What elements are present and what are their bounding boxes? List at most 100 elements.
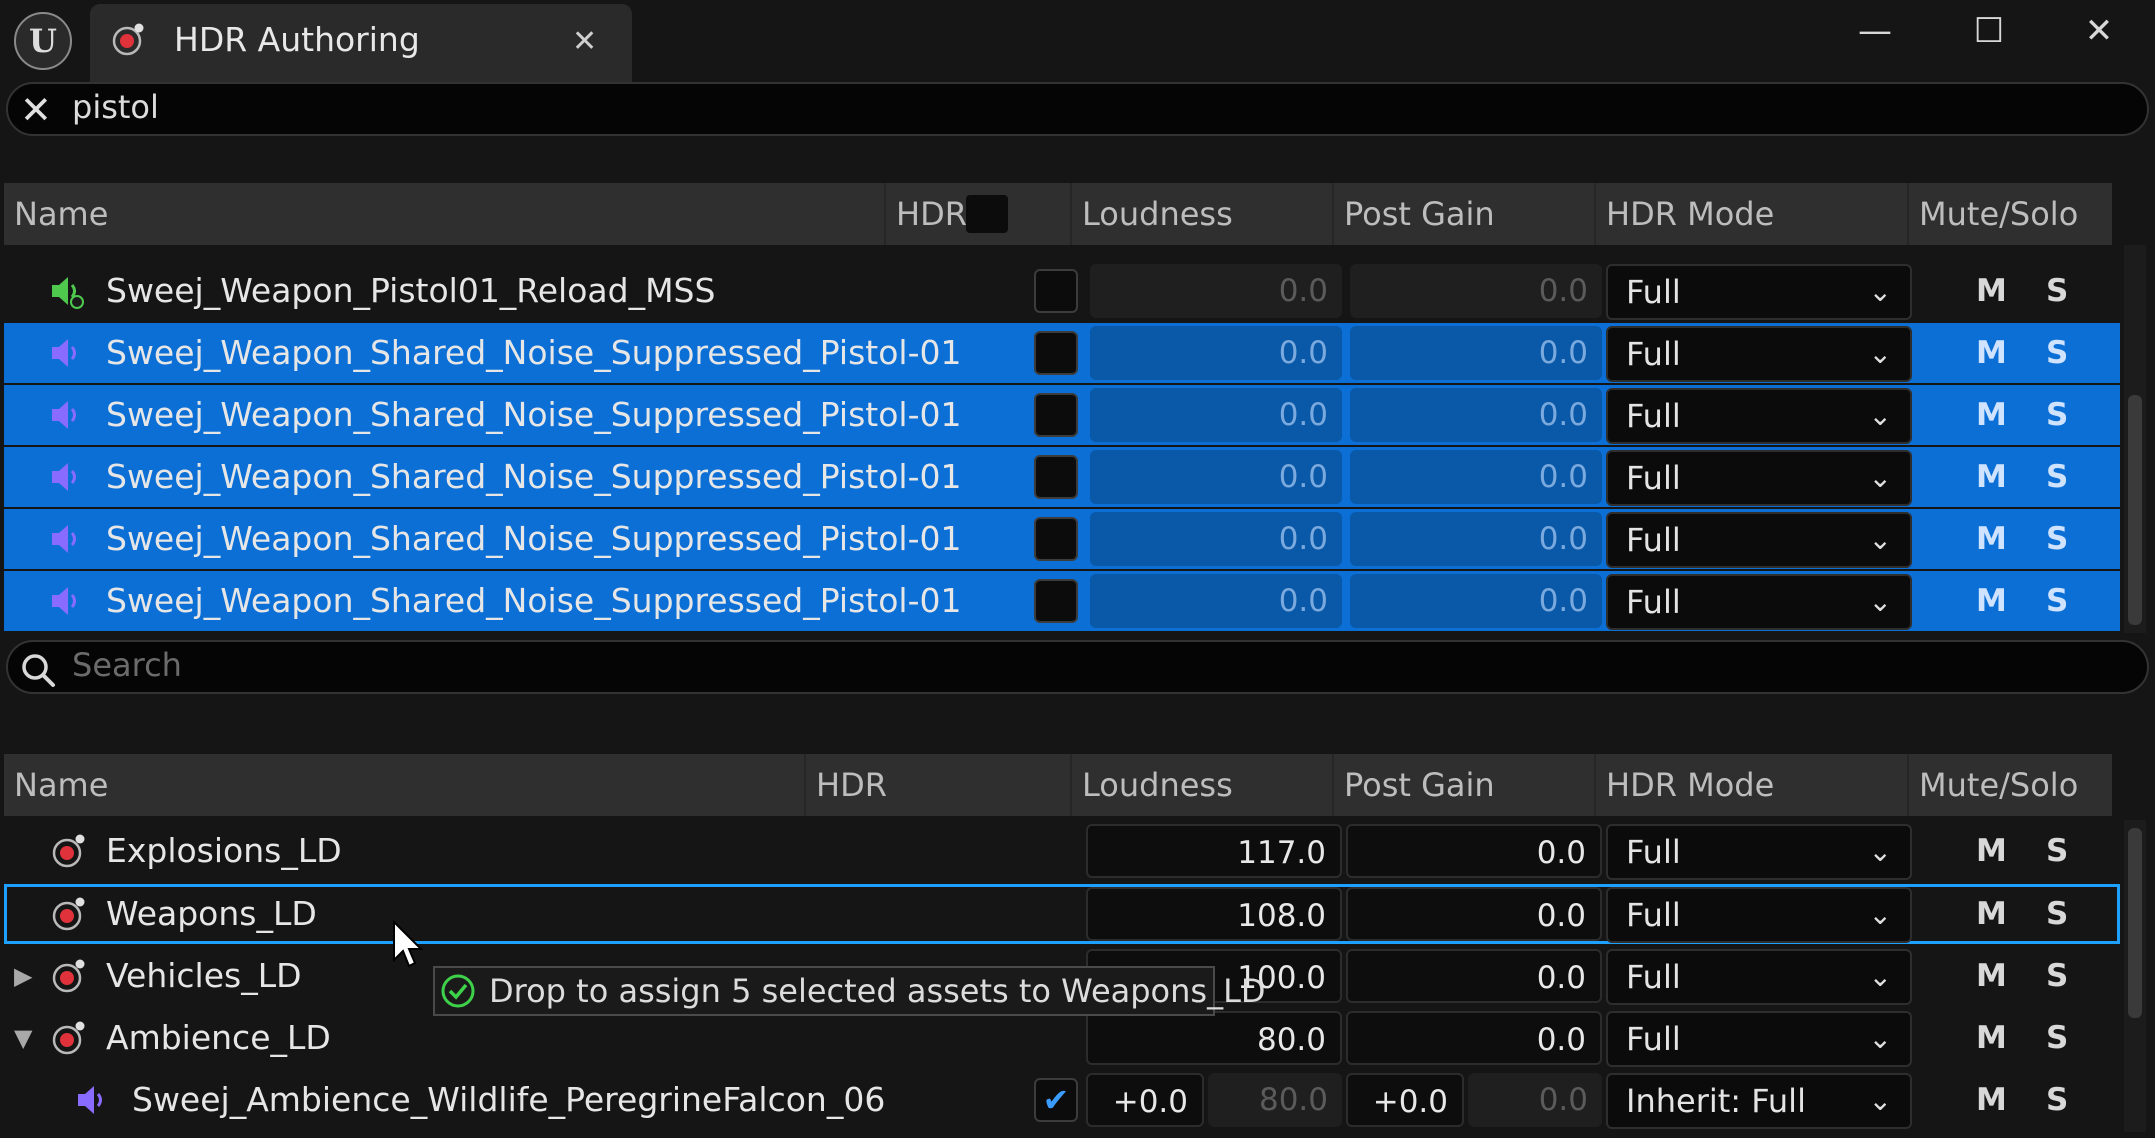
unreal-logo-icon[interactable]: U	[14, 12, 72, 70]
loudness-offset-field[interactable]: +0.0	[1086, 1073, 1204, 1127]
post-gain-field[interactable]: 0.0	[1350, 450, 1602, 504]
hdr-mode-value: Full	[1626, 459, 1681, 497]
hdr-mode-dropdown[interactable]: Full ⌄	[1606, 1011, 1912, 1067]
mute-button[interactable]: M	[1976, 571, 2007, 631]
solo-button[interactable]: S	[2046, 821, 2068, 881]
hdr-mode-dropdown[interactable]: Full ⌄	[1606, 887, 1912, 943]
bottom-search-bar[interactable]	[6, 640, 2149, 694]
hdr-checkbox[interactable]	[1034, 331, 1078, 375]
header-hdr[interactable]: HDR	[884, 183, 1070, 245]
close-window-button[interactable]: ✕	[2064, 6, 2134, 56]
hdr-mode-dropdown[interactable]: Full ⌄	[1606, 512, 1912, 568]
table-row[interactable]: Sweej_Weapon_Shared_Noise_Suppressed_Pis…	[4, 571, 2120, 631]
header-name[interactable]: Name	[4, 183, 884, 245]
maximize-button[interactable]: ☐	[1954, 6, 2024, 56]
solo-button[interactable]: S	[2046, 323, 2068, 383]
hdr-mode-dropdown[interactable]: Inherit: Full ⌄	[1606, 1073, 1912, 1129]
mute-button[interactable]: M	[1976, 261, 2007, 321]
table-row-drop-target[interactable]: Weapons_LD 108.0 0.0 Full ⌄ M S	[4, 884, 2120, 944]
post-gain-field[interactable]: 0.0	[1350, 388, 1602, 442]
table-row[interactable]: Sweej_Weapon_Shared_Noise_Suppressed_Pis…	[4, 385, 2120, 445]
header-mute-solo[interactable]: Mute/Solo	[1907, 754, 2112, 816]
solo-button[interactable]: S	[2046, 571, 2068, 631]
top-search-bar[interactable]	[6, 82, 2149, 136]
loudness-field[interactable]: 0.0	[1090, 450, 1342, 504]
hdr-all-checkbox[interactable]	[966, 195, 1008, 233]
solo-button[interactable]: S	[2046, 884, 2068, 944]
mute-button[interactable]: M	[1976, 509, 2007, 569]
hdr-mode-dropdown[interactable]: Full ⌄	[1606, 824, 1912, 880]
post-gain-field[interactable]: 0.0	[1346, 887, 1602, 941]
hdr-mode-dropdown[interactable]: Full ⌄	[1606, 388, 1912, 444]
mute-button[interactable]: M	[1976, 946, 2007, 1006]
post-gain-field[interactable]: 0.0	[1350, 326, 1602, 380]
post-gain-field[interactable]: 0.0	[1350, 574, 1602, 628]
header-hdr-mode[interactable]: HDR Mode	[1594, 754, 1907, 816]
hdr-mode-dropdown[interactable]: Full ⌄	[1606, 264, 1912, 320]
post-gain-field[interactable]: 0.0	[1350, 512, 1602, 566]
solo-button[interactable]: S	[2046, 261, 2068, 321]
loudness-field[interactable]: 108.0	[1086, 887, 1342, 941]
bottom-scrollbar-thumb[interactable]	[2128, 828, 2142, 1018]
post-gain-field[interactable]: 0.0	[1350, 264, 1602, 318]
post-gain-field[interactable]: 0.0	[1346, 949, 1602, 1003]
clear-search-icon[interactable]: ✕	[20, 88, 52, 132]
table-row[interactable]: ▼ Ambience_LD 80.0 0.0 Full ⌄ M S	[4, 1008, 2120, 1068]
hdr-checkbox[interactable]	[1034, 517, 1078, 561]
expand-arrow-icon[interactable]: ▶	[14, 946, 32, 1006]
loudness-field[interactable]: 0.0	[1090, 512, 1342, 566]
loudness-field[interactable]: 0.0	[1090, 388, 1342, 442]
header-name[interactable]: Name	[4, 754, 804, 816]
solo-button[interactable]: S	[2046, 1008, 2068, 1068]
header-loudness[interactable]: Loudness	[1070, 754, 1332, 816]
bottom-search-input[interactable]: Search	[72, 646, 182, 684]
mute-button[interactable]: M	[1976, 385, 2007, 445]
mute-button[interactable]: M	[1976, 884, 2007, 944]
hdr-mode-dropdown[interactable]: Full ⌄	[1606, 326, 1912, 382]
table-row[interactable]: Explosions_LD 117.0 0.0 Full ⌄ M S	[4, 821, 2120, 881]
table-row[interactable]: Sweej_Weapon_Shared_Noise_Suppressed_Pis…	[4, 509, 2120, 569]
hdr-mode-dropdown[interactable]: Full ⌄	[1606, 450, 1912, 506]
mute-button[interactable]: M	[1976, 1008, 2007, 1068]
header-hdr-mode[interactable]: HDR Mode	[1594, 183, 1907, 245]
table-row[interactable]: Sweej_Ambience_Wildlife_PeregrineFalcon_…	[4, 1070, 2120, 1130]
mute-button[interactable]: M	[1976, 821, 2007, 881]
loudness-field[interactable]: 0.0	[1090, 574, 1342, 628]
mute-button[interactable]: M	[1976, 1070, 2007, 1130]
table-row[interactable]: Sweej_Weapon_Shared_Noise_Suppressed_Pis…	[4, 447, 2120, 507]
solo-button[interactable]: S	[2046, 509, 2068, 569]
loudness-field[interactable]: 0.0	[1090, 264, 1342, 318]
header-post-gain[interactable]: Post Gain	[1332, 754, 1594, 816]
post-gain-offset-field[interactable]: +0.0	[1346, 1073, 1464, 1127]
solo-button[interactable]: S	[2046, 385, 2068, 445]
solo-button[interactable]: S	[2046, 1070, 2068, 1130]
header-hdr[interactable]: HDR	[804, 754, 1070, 816]
close-tab-icon[interactable]: ✕	[572, 24, 597, 59]
hdr-checkbox[interactable]	[1034, 269, 1078, 313]
header-loudness[interactable]: Loudness	[1070, 183, 1332, 245]
table-row[interactable]: Sweej_Weapon_Pistol01_Reload_MSS 0.0 0.0…	[4, 261, 2120, 321]
header-mute-solo[interactable]: Mute/Solo	[1907, 183, 2112, 245]
table-row[interactable]: Sweej_Weapon_Shared_Noise_Suppressed_Pis…	[4, 323, 2120, 383]
mute-button[interactable]: M	[1976, 323, 2007, 383]
top-scrollbar-thumb[interactable]	[2128, 395, 2142, 625]
hdr-checkbox[interactable]	[1034, 579, 1078, 623]
hdr-checkbox[interactable]: ✔	[1034, 1078, 1078, 1122]
loudness-field[interactable]: 117.0	[1086, 824, 1342, 878]
header-post-gain[interactable]: Post Gain	[1332, 183, 1594, 245]
hdr-mode-dropdown[interactable]: Full ⌄	[1606, 574, 1912, 630]
row-name: Sweej_Ambience_Wildlife_PeregrineFalcon_…	[132, 1080, 886, 1119]
hdr-mode-dropdown[interactable]: Full ⌄	[1606, 949, 1912, 1005]
post-gain-field[interactable]: 0.0	[1346, 824, 1602, 878]
top-search-input[interactable]: pistol	[72, 88, 159, 126]
hdr-checkbox[interactable]	[1034, 393, 1078, 437]
solo-button[interactable]: S	[2046, 447, 2068, 507]
solo-button[interactable]: S	[2046, 946, 2068, 1006]
post-gain-field[interactable]: 0.0	[1346, 1011, 1602, 1065]
loudness-field[interactable]: 80.0	[1086, 1011, 1342, 1065]
mute-button[interactable]: M	[1976, 447, 2007, 507]
hdr-checkbox[interactable]	[1034, 455, 1078, 499]
loudness-field[interactable]: 0.0	[1090, 326, 1342, 380]
minimize-button[interactable]: —	[1840, 6, 1910, 56]
collapse-arrow-icon[interactable]: ▼	[14, 1008, 32, 1068]
